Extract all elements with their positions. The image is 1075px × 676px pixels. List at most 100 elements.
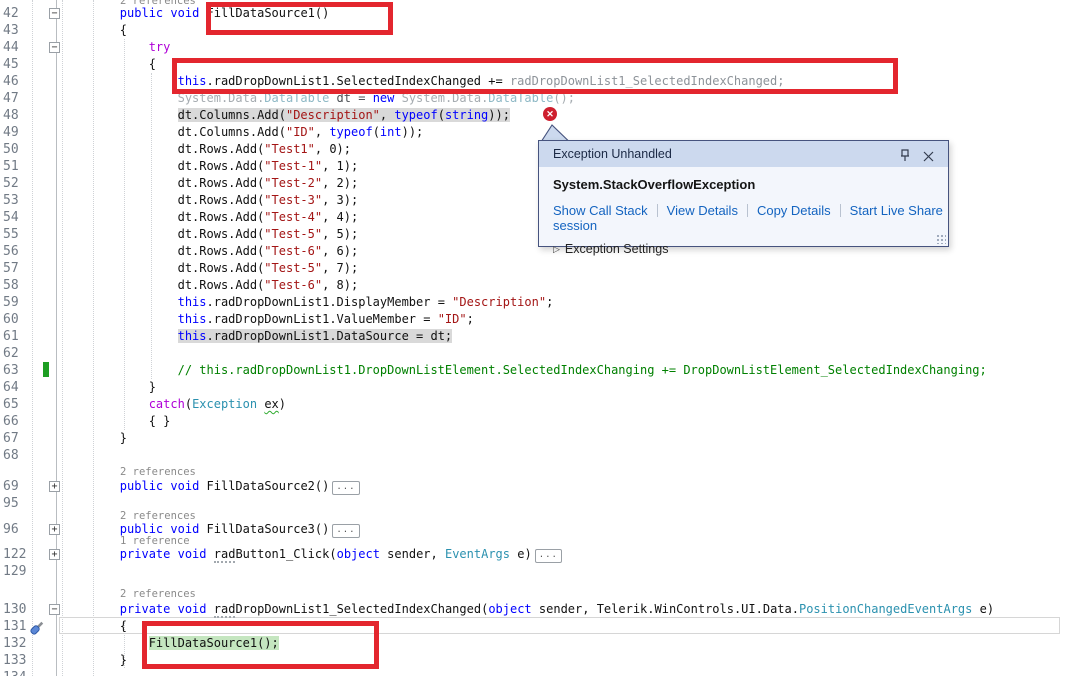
code-line: private void radDropDownList1_SelectedIn…: [62, 601, 994, 618]
code-token: dt.Rows.Add(: [62, 261, 264, 275]
code-token: [170, 547, 177, 561]
code-token: dt.Rows.Add(: [62, 210, 264, 224]
code-token: , 8);: [322, 278, 358, 292]
code-token: [62, 108, 178, 122]
code-token: try: [149, 40, 171, 54]
code-token: (: [185, 397, 192, 411]
code-token: FillDataSource2(): [199, 479, 329, 493]
code-token: ;: [467, 312, 474, 326]
code-token: [62, 312, 178, 326]
popup-title-bar[interactable]: Exception Unhandled: [539, 141, 948, 167]
fold-toggle[interactable]: −: [49, 8, 60, 19]
code-token: typeof: [329, 125, 372, 139]
code-token: [62, 329, 178, 343]
codelens-references[interactable]: 2 references: [120, 0, 196, 8]
exception-unhandled-popup: Exception Unhandled System.StackOverflow…: [538, 140, 949, 247]
code-line: dt.Rows.Add("Test-6", 6);: [62, 243, 358, 260]
link-separator: [840, 204, 841, 217]
fold-toggle[interactable]: −: [49, 42, 60, 53]
code-line: dt.Rows.Add("Test-5", 7);: [62, 260, 358, 277]
code-token: "Test-2": [264, 176, 322, 190]
resize-grip[interactable]: [936, 234, 946, 244]
code-token: "Description": [286, 108, 380, 122]
code-token: .radDropDownList1.DisplayMember =: [207, 295, 453, 309]
code-token: [62, 397, 149, 411]
exception-settings-label: Exception Settings: [565, 242, 669, 256]
code-token: void: [170, 6, 199, 20]
pin-icon[interactable]: [898, 146, 914, 162]
code-token: [207, 547, 214, 561]
code-token: "Test-6": [264, 278, 322, 292]
codelens-references[interactable]: 2 references: [120, 587, 196, 601]
code-token: {: [62, 23, 127, 37]
code-token: dt.Columns.Add(: [178, 108, 286, 122]
code-token: , 5);: [322, 227, 358, 241]
code-token: object: [337, 547, 380, 561]
code-token: "Description": [452, 295, 546, 309]
link-separator: [747, 204, 748, 217]
popup-links-row: Show Call StackView DetailsCopy DetailsS…: [553, 203, 948, 233]
code-token: DropDownList1_SelectedIndexChanged(: [235, 602, 488, 616]
code-line: }: [62, 379, 156, 396]
code-token: }: [62, 431, 127, 445]
code-token: , 2);: [322, 176, 358, 190]
fold-toggle[interactable]: −: [49, 604, 60, 615]
code-token: int: [380, 125, 402, 139]
annotation-box-recursive-call: [142, 621, 379, 669]
code-token: "Test-5": [264, 261, 322, 275]
code-line: dt.Rows.Add("Test-1", 1);: [62, 158, 358, 175]
codelens-references[interactable]: 2 references: [120, 465, 196, 479]
code-token: ));: [488, 108, 510, 122]
close-icon[interactable]: [922, 146, 938, 162]
code-token: void: [170, 479, 199, 493]
fold-toggle[interactable]: +: [49, 549, 60, 560]
code-token: dt.Columns.Add(: [62, 125, 286, 139]
code-token: .radDropDownList1.DataSource = dt;: [207, 329, 453, 343]
code-line: {: [62, 22, 127, 39]
code-line: dt.Columns.Add("ID", typeof(int));: [62, 124, 423, 141]
code-token: "ID": [286, 125, 315, 139]
code-token: [62, 363, 178, 377]
code-line: // this.radDropDownList1.DropDownListEle…: [62, 362, 987, 379]
exception-error-icon[interactable]: ✕: [543, 107, 557, 121]
code-token: [207, 602, 214, 616]
code-token: [62, 479, 120, 493]
collapsed-region-badge[interactable]: ...: [332, 481, 359, 495]
code-line: private void radButton1_Click(object sen…: [62, 546, 562, 563]
code-token: sender,: [380, 547, 445, 561]
code-token: [62, 6, 120, 20]
code-token: dt.Rows.Add(: [62, 176, 264, 190]
copy-details-link[interactable]: Copy Details: [757, 203, 831, 218]
code-line: dt.Rows.Add("Test-4", 4);: [62, 209, 358, 226]
code-token: "Test-4": [264, 210, 322, 224]
codelens-references[interactable]: 2 references: [120, 509, 196, 523]
collapsed-region-badge[interactable]: ...: [332, 524, 359, 538]
collapsed-region-badge[interactable]: ...: [535, 549, 562, 563]
codelens-references[interactable]: 1 reference: [120, 534, 190, 548]
code-token: dt.Rows.Add(: [62, 244, 264, 258]
code-token: ;: [546, 295, 553, 309]
code-line: this.radDropDownList1.DisplayMember = "D…: [62, 294, 553, 311]
code-token: catch: [149, 397, 185, 411]
code-token: public: [120, 479, 163, 493]
link-separator: [657, 204, 658, 217]
code-token: typeof: [394, 108, 437, 122]
fold-toggle[interactable]: +: [49, 524, 60, 535]
code-token: rad: [214, 547, 236, 563]
code-token: , 7);: [322, 261, 358, 275]
code-token: "Test-3": [264, 193, 322, 207]
code-token: private: [120, 547, 171, 561]
exception-settings-expander[interactable]: ▷Exception Settings: [553, 242, 948, 256]
code-area[interactable]: public void FillDataSource1() { try { th…: [0, 0, 1075, 676]
code-token: PositionChangedEventArgs: [799, 602, 972, 616]
fold-toggle[interactable]: +: [49, 481, 60, 492]
view-details-link[interactable]: View Details: [667, 203, 738, 218]
code-token: { }: [62, 414, 170, 428]
code-token: private: [120, 602, 171, 616]
show-call-stack-link[interactable]: Show Call Stack: [553, 203, 648, 218]
code-token: "Test-5": [264, 227, 322, 241]
quick-actions-icon[interactable]: [29, 620, 45, 636]
code-line: }: [62, 652, 127, 669]
code-token: "ID": [438, 312, 467, 326]
code-line: dt.Columns.Add("Description", typeof(str…: [62, 107, 510, 124]
